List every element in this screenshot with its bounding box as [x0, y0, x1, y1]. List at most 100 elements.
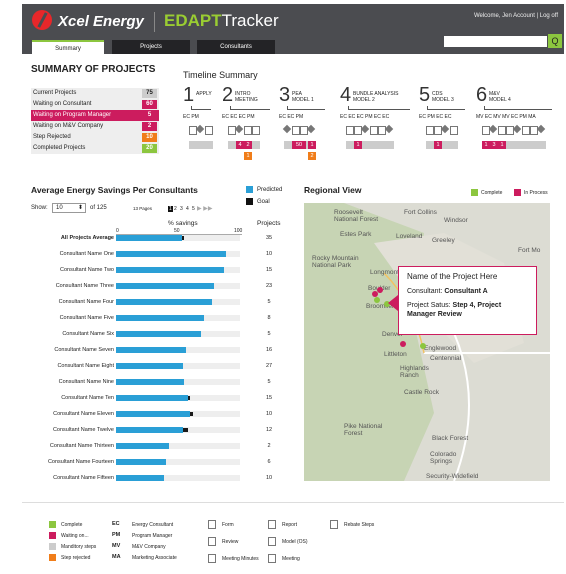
step-badge[interactable]: 1: [308, 141, 316, 149]
map-pin-in-process[interactable]: [377, 287, 383, 293]
project-popup[interactable]: Name of the Project Here Consultant: Con…: [398, 266, 537, 335]
step-cell[interactable]: [522, 141, 530, 149]
step-cell[interactable]: [530, 141, 538, 149]
search-input[interactable]: [444, 36, 547, 47]
predicted-bar[interactable]: [116, 395, 188, 401]
map-pin-in-process[interactable]: [400, 341, 406, 347]
step-cell[interactable]: [450, 141, 458, 149]
step-cell[interactable]: [228, 141, 236, 149]
predicted-bar[interactable]: [116, 347, 186, 353]
predicted-bar[interactable]: [116, 443, 169, 449]
summary-row-value: 10: [142, 133, 157, 142]
step-cell[interactable]: [346, 141, 354, 149]
step-cell[interactable]: [386, 141, 394, 149]
review-icon[interactable]: [536, 124, 546, 134]
step-cell[interactable]: [370, 141, 378, 149]
show-select[interactable]: 10 ⬍: [52, 203, 86, 213]
predicted-bar[interactable]: [116, 267, 224, 273]
form-icon[interactable]: [244, 126, 252, 135]
step-badge[interactable]: 2: [244, 141, 252, 149]
user-links[interactable]: Welcome, Jen Account | Log off: [474, 13, 558, 19]
step-cell[interactable]: [197, 141, 205, 149]
predicted-bar[interactable]: [116, 363, 184, 369]
step-cell[interactable]: [378, 141, 386, 149]
review-icon[interactable]: [195, 124, 205, 134]
map-pin-selected[interactable]: [388, 295, 398, 311]
summary-row[interactable]: Current Projects 75: [31, 88, 159, 99]
form-icon[interactable]: [205, 126, 213, 135]
form-icon[interactable]: [426, 126, 434, 135]
pages-label: 13 Pages: [133, 206, 153, 211]
review-icon[interactable]: [488, 124, 498, 134]
step-cell[interactable]: [189, 141, 197, 149]
tab-projects[interactable]: Projects: [112, 40, 190, 54]
search-button[interactable]: Q: [548, 34, 562, 48]
review-icon[interactable]: [384, 124, 394, 134]
predicted-bar[interactable]: [116, 331, 202, 337]
step-badge[interactable]: 1: [482, 141, 490, 149]
predicted-bar[interactable]: [116, 315, 204, 321]
summary-row[interactable]: Waiting on Consultant 60: [31, 99, 159, 110]
step-badge[interactable]: 4: [236, 141, 244, 149]
project-count: 16: [265, 347, 273, 353]
step-badge[interactable]: 2: [308, 152, 316, 160]
step-cell[interactable]: [426, 141, 434, 149]
regional-map[interactable]: Roosevelt National Forest Fort Collins Win…: [304, 203, 550, 481]
summary-row[interactable]: Waiting on Program Manager 5: [31, 110, 159, 121]
form-icon[interactable]: [292, 126, 300, 135]
pager-next-icon[interactable]: ▶ ▶▶: [197, 205, 213, 212]
summary-row[interactable]: Completed Projects 20: [31, 143, 159, 154]
pager-page[interactable]: 1: [168, 206, 173, 212]
step-cell[interactable]: [538, 141, 546, 149]
pager-page[interactable]: 3: [180, 206, 183, 212]
project-count: 10: [265, 475, 273, 481]
predicted-bar[interactable]: [116, 379, 185, 385]
show-label: Show:: [31, 205, 48, 211]
review-icon[interactable]: [234, 124, 244, 134]
map-pin-in-process[interactable]: [372, 291, 378, 297]
step-badge[interactable]: 3: [490, 141, 498, 149]
step-cell[interactable]: [205, 141, 213, 149]
tab-summary[interactable]: Summary: [32, 40, 104, 54]
pager-page[interactable]: 4: [186, 206, 189, 212]
step-cell[interactable]: [252, 141, 260, 149]
predicted-bar[interactable]: [116, 299, 212, 305]
predicted-bar[interactable]: [116, 283, 215, 289]
review-icon[interactable]: [440, 124, 450, 134]
review-icon[interactable]: [360, 124, 370, 134]
predicted-bar[interactable]: [116, 251, 227, 257]
step-cell[interactable]: [284, 141, 292, 149]
predicted-bar[interactable]: [116, 427, 184, 433]
tab-consultants[interactable]: Consultants: [197, 40, 275, 54]
form-icon[interactable]: [346, 126, 354, 135]
review-icon[interactable]: [306, 124, 316, 134]
predicted-bar[interactable]: [116, 459, 167, 465]
step-badge[interactable]: 50: [292, 141, 306, 149]
form-icon[interactable]: [252, 126, 260, 135]
step-badge[interactable]: 1: [354, 141, 362, 149]
review-icon[interactable]: [282, 124, 292, 134]
step-cell[interactable]: [506, 141, 514, 149]
map-pin-complete[interactable]: [420, 343, 426, 349]
form-icon[interactable]: [522, 126, 530, 135]
review-icon[interactable]: [512, 124, 522, 134]
summary-row[interactable]: Step Rejected 10: [31, 132, 159, 143]
summary-row[interactable]: Waiting on M&V Company 2: [31, 121, 159, 132]
map-label: Longmont: [370, 269, 399, 276]
pager-page[interactable]: 2: [174, 206, 177, 212]
step-number: 1: [183, 84, 195, 106]
step-cell[interactable]: [362, 141, 370, 149]
predicted-bar[interactable]: [116, 411, 191, 417]
predicted-bar[interactable]: [116, 235, 182, 241]
step-badge[interactable]: 1: [244, 152, 252, 160]
predicted-bar[interactable]: [116, 475, 164, 481]
step-cell[interactable]: [442, 141, 450, 149]
form-icon[interactable]: [498, 126, 506, 135]
map-pin-complete[interactable]: [374, 297, 380, 303]
step-cell[interactable]: [514, 141, 522, 149]
form-icon[interactable]: [450, 126, 458, 135]
form-icon[interactable]: [370, 126, 378, 135]
step-badge[interactable]: 1: [498, 141, 506, 149]
step-badge[interactable]: 1: [434, 141, 442, 149]
pager-page[interactable]: 5: [192, 206, 195, 212]
